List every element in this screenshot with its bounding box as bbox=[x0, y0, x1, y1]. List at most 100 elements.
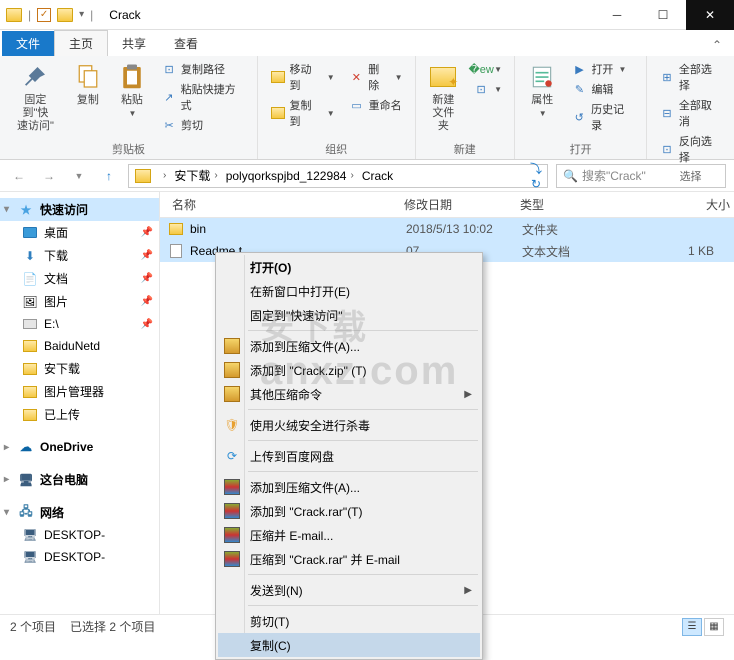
breadcrumb[interactable]: 安下载› bbox=[172, 167, 223, 184]
collapse-ribbon-icon[interactable]: ⌃ bbox=[700, 34, 734, 56]
cm-open-new-window[interactable]: 在新窗口中打开(E) bbox=[218, 279, 480, 303]
archive-icon bbox=[224, 362, 240, 378]
back-button[interactable]: ← bbox=[8, 165, 30, 187]
nav-baidu[interactable]: BaiduNetd bbox=[0, 335, 159, 357]
col-type[interactable]: 类型 bbox=[516, 196, 632, 213]
view-icons-button[interactable]: ▦ bbox=[704, 618, 724, 636]
chevron-right-icon: ▶ bbox=[464, 585, 472, 596]
easy-access-button[interactable]: ⊡▼ bbox=[469, 80, 506, 98]
view-details-button[interactable]: ☰ bbox=[682, 618, 702, 636]
ribbon: 固定到"快 速访问" 复制 粘贴▼ ⊡复制路径 ↗粘贴快捷方式 ✂剪切 剪贴板 … bbox=[0, 56, 734, 160]
breadcrumb-root[interactable]: › bbox=[157, 170, 172, 181]
group-new: ✦ 新建 文件夹 �ew▼ ⊡▼ 新建 bbox=[416, 56, 516, 159]
cm-cut[interactable]: 剪切(T) bbox=[218, 609, 480, 633]
paste-button[interactable]: 粘贴▼ bbox=[113, 60, 151, 122]
cm-zip-email[interactable]: 压缩并 E-mail... bbox=[218, 523, 480, 547]
history-icon: ↺ bbox=[571, 109, 587, 125]
rename-button[interactable]: ▭重命名 bbox=[345, 96, 407, 114]
close-button[interactable]: ✕ bbox=[686, 0, 734, 30]
col-name[interactable]: 名称 bbox=[168, 196, 400, 213]
cm-rar-email[interactable]: 压缩到 "Crack.rar" 并 E-mail bbox=[218, 547, 480, 571]
pin-icon bbox=[20, 62, 50, 92]
group-open: 属性▼ ▶打开▼ ✎编辑 ↺历史记录 打开 bbox=[515, 56, 647, 159]
cloud-icon: ⟳ bbox=[224, 448, 240, 464]
col-size[interactable]: 大小 bbox=[632, 196, 734, 213]
download-icon: ⬇ bbox=[22, 248, 38, 264]
cut-button[interactable]: ✂剪切 bbox=[157, 116, 249, 134]
paste-shortcut-button[interactable]: ↗粘贴快捷方式 bbox=[157, 80, 249, 114]
tab-share[interactable]: 共享 bbox=[108, 31, 160, 56]
copy-to-button[interactable]: 复制到▼ bbox=[266, 96, 339, 130]
refresh-dropdown-icon[interactable]: ⤵ ↻ bbox=[525, 160, 547, 191]
nav-network[interactable]: ▾🖧网络 bbox=[0, 501, 159, 524]
nav-e-drive[interactable]: E:\📌 bbox=[0, 313, 159, 335]
open-button[interactable]: ▶打开▼ bbox=[567, 60, 638, 78]
cm-add-archive2[interactable]: 添加到压缩文件(A)... bbox=[218, 475, 480, 499]
new-item-button[interactable]: �ew▼ bbox=[469, 60, 506, 78]
file-row[interactable]: bin 2018/5/13 10:02 文件夹 bbox=[160, 218, 734, 240]
nav-picmgr[interactable]: 图片管理器 bbox=[0, 380, 159, 403]
new-folder-button[interactable]: ✦ 新建 文件夹 bbox=[424, 60, 464, 136]
tab-view[interactable]: 查看 bbox=[160, 31, 212, 56]
rar-icon bbox=[224, 503, 240, 519]
cm-huorong[interactable]: 🛡使用火绒安全进行杀毒 bbox=[218, 413, 480, 437]
qat-check-icon[interactable]: ✓ bbox=[37, 8, 51, 22]
address-bar[interactable]: › 安下载› polyqorkspjbd_122984› Crack ⤵ ↻ bbox=[128, 164, 548, 188]
nav-onedrive[interactable]: ▸☁OneDrive bbox=[0, 436, 159, 458]
nav-quick-access[interactable]: ▾★快速访问 bbox=[0, 198, 159, 221]
delete-icon: ✕ bbox=[349, 69, 365, 85]
cm-send-to[interactable]: 发送到(N)▶ bbox=[218, 578, 480, 602]
cm-add-zip[interactable]: 添加到 "Crack.zip" (T) bbox=[218, 358, 480, 382]
cm-pin-quick[interactable]: 固定到"快速访问" bbox=[218, 303, 480, 327]
qat-dropdown-icon[interactable]: ▾ bbox=[79, 9, 84, 20]
up-button[interactable]: ↑ bbox=[98, 165, 120, 187]
minimize-button[interactable]: ─ bbox=[594, 0, 640, 30]
select-all-button[interactable]: ⊞全部选择 bbox=[655, 60, 726, 94]
tab-home[interactable]: 主页 bbox=[54, 30, 108, 56]
pin-to-quick-button[interactable]: 固定到"快 速访问" bbox=[8, 60, 63, 136]
nav-uploaded[interactable]: 已上传 bbox=[0, 403, 159, 426]
cm-open[interactable]: 打开(O) bbox=[218, 255, 480, 279]
rar-icon bbox=[224, 479, 240, 495]
folder-icon bbox=[22, 338, 38, 354]
rar-icon bbox=[224, 527, 240, 543]
move-to-button[interactable]: 移动到▼ bbox=[266, 60, 339, 94]
recent-dropdown[interactable]: ▼ bbox=[68, 165, 90, 187]
invert-selection-button[interactable]: ⊡反向选择 bbox=[655, 132, 726, 166]
search-placeholder: 搜索"Crack" bbox=[582, 167, 646, 184]
select-none-icon: ⊟ bbox=[659, 105, 675, 121]
search-input[interactable]: 🔍 搜索"Crack" bbox=[556, 164, 726, 188]
cm-add-rar[interactable]: 添加到 "Crack.rar"(T) bbox=[218, 499, 480, 523]
nav-downloads[interactable]: ⬇下载📌 bbox=[0, 244, 159, 267]
cm-other-zip[interactable]: 其他压缩命令▶ bbox=[218, 382, 480, 406]
new-item-icon: �ew bbox=[473, 61, 489, 77]
nav-anxia[interactable]: 安下载 bbox=[0, 357, 159, 380]
qat-folder-icon[interactable] bbox=[57, 8, 73, 22]
cm-copy[interactable]: 复制(C) bbox=[218, 633, 480, 657]
history-button[interactable]: ↺历史记录 bbox=[567, 100, 638, 134]
breadcrumb[interactable]: Crack bbox=[360, 169, 395, 183]
rename-icon: ▭ bbox=[349, 97, 365, 113]
copy-path-button[interactable]: ⊡复制路径 bbox=[157, 60, 249, 78]
tab-file[interactable]: 文件 bbox=[2, 31, 54, 56]
nav-network-node[interactable]: 🖥DESKTOP- bbox=[0, 524, 159, 546]
cm-baidu-upload[interactable]: ⟳上传到百度网盘 bbox=[218, 444, 480, 468]
col-date[interactable]: 修改日期 bbox=[400, 196, 516, 213]
folder-icon bbox=[22, 407, 38, 423]
forward-button[interactable]: → bbox=[38, 165, 60, 187]
nav-documents[interactable]: 📄文档📌 bbox=[0, 267, 159, 290]
column-headers[interactable]: 名称 修改日期 类型 大小 bbox=[160, 192, 734, 218]
separator: | bbox=[90, 8, 93, 22]
maximize-button[interactable]: ☐ bbox=[640, 0, 686, 30]
select-none-button[interactable]: ⊟全部取消 bbox=[655, 96, 726, 130]
edit-button[interactable]: ✎编辑 bbox=[567, 80, 638, 98]
properties-button[interactable]: 属性▼ bbox=[523, 60, 561, 122]
nav-pictures[interactable]: 🖼图片📌 bbox=[0, 290, 159, 313]
copy-button[interactable]: 复制 bbox=[69, 60, 107, 109]
delete-button[interactable]: ✕删除▼ bbox=[345, 60, 407, 94]
nav-this-pc[interactable]: ▸🖥这台电脑 bbox=[0, 468, 159, 491]
cm-add-archive[interactable]: 添加到压缩文件(A)... bbox=[218, 334, 480, 358]
nav-desktop[interactable]: 桌面📌 bbox=[0, 221, 159, 244]
nav-network-node[interactable]: 🖥DESKTOP- bbox=[0, 546, 159, 568]
breadcrumb[interactable]: polyqorkspjbd_122984› bbox=[224, 169, 360, 183]
